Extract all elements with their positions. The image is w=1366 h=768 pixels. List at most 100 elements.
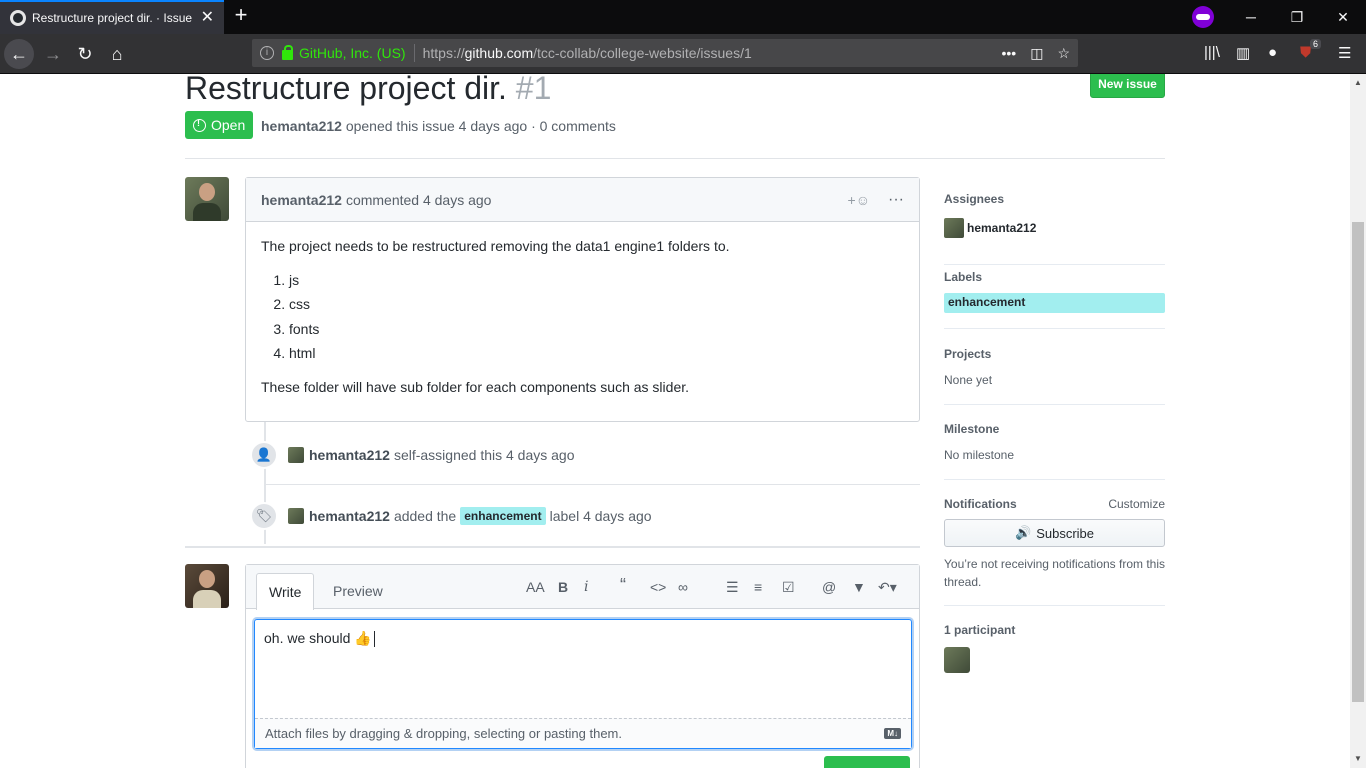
browser-tab-strip: Restructure project dir. · Issue # ✕ + ─… <box>0 0 1366 34</box>
comment-timestamp[interactable]: commented 4 days ago <box>346 192 492 208</box>
assignee-name: hemanta212 <box>967 221 1037 235</box>
back-button[interactable]: ← <box>4 39 34 69</box>
attach-files-area[interactable]: Attach files by dragging & dropping, sel… <box>255 718 911 748</box>
minimize-window-button[interactable]: ─ <box>1228 0 1274 34</box>
speaker-icon: 🔊 <box>1015 525 1032 540</box>
url-text[interactable]: https://github.com/tcc-collab/college-we… <box>423 45 988 61</box>
profile-avatar-icon[interactable]: ● <box>1268 44 1277 61</box>
comment-composer: Write Preview AA B i “ <> ∞ ☰ ≡ ☑ @ ▼ ↶▾… <box>245 564 920 768</box>
issue-opened-icon <box>193 118 206 132</box>
menu-icon[interactable]: ☰ <box>1338 44 1351 62</box>
comment-author-link[interactable]: hemanta212 <box>261 192 342 208</box>
close-window-button[interactable]: ✕ <box>1320 0 1366 34</box>
attach-text: Attach files by dragging & dropping, sel… <box>265 726 622 741</box>
tab-preview[interactable]: Preview <box>321 573 395 609</box>
github-favicon-icon <box>10 10 26 26</box>
sidebar-toggle-icon[interactable]: ▥ <box>1236 44 1250 62</box>
participant-avatar[interactable] <box>944 647 970 673</box>
event-author-link[interactable]: hemanta212 <box>309 447 390 463</box>
enhancement-label[interactable]: enhancement <box>460 507 546 525</box>
sidebar-enhancement-label[interactable]: enhancement <box>944 293 1165 313</box>
link-icon[interactable]: ∞ <box>678 579 688 595</box>
scroll-up-icon[interactable]: ▲ <box>1354 78 1362 87</box>
italic-icon[interactable]: i <box>584 579 588 595</box>
forward-button[interactable]: → <box>38 39 68 69</box>
participants-title: 1 participant <box>944 623 1016 637</box>
bulleted-list-icon[interactable]: ☰ <box>726 579 739 596</box>
issue-state-badge: Open <box>185 111 254 139</box>
close-tab-icon[interactable]: ✕ <box>201 10 214 26</box>
milestone-title[interactable]: Milestone <box>944 422 1165 436</box>
event-author-link[interactable]: hemanta212 <box>309 508 390 524</box>
library-icon[interactable]: |||\ <box>1204 44 1220 61</box>
customize-link[interactable]: Customize <box>1108 497 1165 511</box>
new-tab-button[interactable]: + <box>230 4 252 27</box>
code-icon[interactable]: <> <box>650 579 666 595</box>
folder-list: js css fonts html <box>289 271 904 364</box>
current-user-avatar[interactable] <box>185 564 229 608</box>
sidebar-assignees: Assignees hemanta212 <box>944 192 1165 265</box>
url-separator <box>413 44 415 62</box>
lock-icon <box>282 44 293 60</box>
issue-meta: hemanta212 opened this issue 4 days ago … <box>261 118 616 134</box>
tab-write[interactable]: Write <box>256 573 315 610</box>
comment-outro: These folder will have sub folder for ea… <box>261 378 690 395</box>
site-info-icon[interactable]: i <box>260 46 274 60</box>
notification-note: You’re not receiving notifications from … <box>944 557 1166 589</box>
comment-header: hemanta212 commented 4 days ago +☺ ··· <box>246 178 919 222</box>
event-avatar[interactable] <box>288 508 304 524</box>
page-scrollbar[interactable]: ▲ ▼ <box>1350 74 1366 768</box>
reload-button[interactable]: ↻ <box>70 39 100 69</box>
event-avatar[interactable] <box>288 447 304 463</box>
scroll-down-icon[interactable]: ▼ <box>1354 754 1362 763</box>
issue-number: #1 <box>515 74 552 106</box>
event-text: self-assigned this 4 days ago <box>393 447 575 463</box>
sidebar-projects: Projects None yet <box>944 347 1165 405</box>
reply-dropdown-icon[interactable]: ↶▾ <box>878 579 897 596</box>
tab-title: Restructure project dir. · Issue # <box>32 11 195 25</box>
labels-title[interactable]: Labels <box>944 270 1165 284</box>
browser-toolbar: ← → ↻ ⌂ i GitHub, Inc. (US) https://gith… <box>0 34 1366 74</box>
browser-tab-active[interactable]: Restructure project dir. · Issue # ✕ <box>0 0 224 34</box>
header-divider <box>185 158 1165 159</box>
comment-author-avatar[interactable] <box>185 177 229 221</box>
comment-submit-button[interactable] <box>824 756 910 768</box>
list-item: js <box>289 271 904 291</box>
scrollbar-thumb[interactable] <box>1352 222 1364 702</box>
milestone-value: No milestone <box>944 448 1015 462</box>
comment-options-icon[interactable]: ··· <box>888 191 904 209</box>
bold-icon[interactable]: B <box>558 579 568 595</box>
timeline-bottom-divider <box>185 546 920 548</box>
assignees-title[interactable]: Assignees <box>944 192 1165 206</box>
mention-icon[interactable]: @ <box>822 579 836 595</box>
issue-comment: hemanta212 commented 4 days ago +☺ ··· T… <box>245 177 920 422</box>
list-item: css <box>289 295 904 315</box>
person-icon: 👤 <box>250 441 278 469</box>
comment-textarea[interactable]: oh. we should 👍 Attach files by dragging… <box>254 619 912 749</box>
issue-author-link[interactable]: hemanta212 <box>261 118 342 134</box>
timeline-divider <box>265 484 920 485</box>
private-browsing-icon <box>1192 6 1214 28</box>
task-list-icon[interactable]: ☑ <box>782 579 795 596</box>
pocket-icon[interactable]: ◫ <box>1030 45 1043 62</box>
markdown-icon[interactable]: M↓ <box>884 728 901 739</box>
site-identity[interactable]: GitHub, Inc. (US) <box>299 45 406 61</box>
projects-title[interactable]: Projects <box>944 347 1165 361</box>
list-item: html <box>289 344 904 364</box>
restore-window-button[interactable]: ❐ <box>1274 0 1320 34</box>
subscribe-button[interactable]: 🔊 Subscribe <box>944 519 1165 547</box>
page-actions-icon[interactable]: ••• <box>1001 45 1016 61</box>
comment-draft: oh. we should 👍 <box>264 630 375 648</box>
home-button[interactable]: ⌂ <box>102 39 132 69</box>
quote-icon[interactable]: “ <box>620 575 626 596</box>
new-issue-button[interactable]: New issue <box>1090 74 1165 98</box>
assignee-item[interactable]: hemanta212 <box>944 218 1165 238</box>
event-text: label 4 days ago <box>549 508 652 524</box>
assignee-avatar <box>944 218 964 238</box>
address-bar[interactable]: i GitHub, Inc. (US) https://github.com/t… <box>252 39 1078 67</box>
text-size-icon[interactable]: AA <box>526 579 545 595</box>
bookmark-star-icon[interactable]: ☆ <box>1057 45 1070 62</box>
saved-reply-icon[interactable]: ▼ <box>852 579 866 595</box>
add-reaction-icon[interactable]: +☺ <box>848 192 870 208</box>
numbered-list-icon[interactable]: ≡ <box>754 579 762 595</box>
